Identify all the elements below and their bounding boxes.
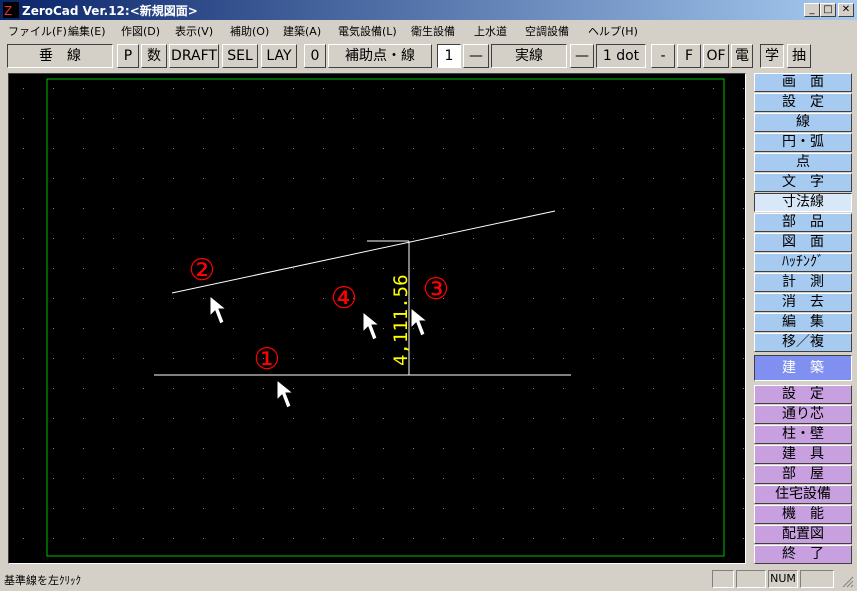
menu-view[interactable]: 表示(V)	[175, 23, 213, 39]
menu-electrical[interactable]: 電気設備(L)	[338, 23, 397, 39]
side-line-button[interactable]: 線	[754, 113, 852, 132]
side-erase-button[interactable]: 消 去	[754, 293, 852, 312]
p-button[interactable]: P	[117, 44, 139, 68]
menu-hvac[interactable]: 空調設備	[525, 23, 569, 39]
aux-line-button[interactable]: 補助点・線	[328, 44, 432, 68]
pen-number-field[interactable]: 1	[437, 44, 461, 68]
menu-architecture[interactable]: 建築(A)	[283, 23, 321, 39]
f-button[interactable]: F	[677, 44, 701, 68]
lay-button[interactable]: LAY	[261, 44, 297, 68]
arch-fittings-button[interactable]: 建 具	[754, 445, 852, 464]
svg-text:Z: Z	[4, 4, 12, 18]
toolbar: 垂 線 P 数 DRAFT SEL LAY 0 補助点・線 1 — 実線 — 1…	[0, 42, 857, 70]
dimension-text: 4,111.56	[390, 274, 412, 366]
menu-water[interactable]: 上水道	[474, 23, 507, 39]
extract-button[interactable]: 抽	[787, 44, 811, 68]
status-panel-1	[712, 570, 734, 588]
arch-gridline-button[interactable]: 通り芯	[754, 405, 852, 424]
line-width-button[interactable]: —	[570, 44, 594, 68]
grid-dots	[9, 74, 747, 565]
side-point-button[interactable]: 点	[754, 153, 852, 172]
arch-housing-equipment-button[interactable]: 住宅設備	[754, 485, 852, 504]
menu-file[interactable]: ファイル(F)	[8, 23, 67, 39]
study-button[interactable]: 学	[760, 44, 784, 68]
num-button[interactable]: 数	[141, 44, 167, 68]
side-edit-button[interactable]: 編 集	[754, 313, 852, 332]
of-button[interactable]: OF	[703, 44, 729, 68]
num-lock-indicator: NUM	[768, 570, 798, 588]
menu-bar: ファイル(F) 編集(E) 作図(D) 表示(V) 補助(O) 建築(A) 電気…	[0, 20, 857, 40]
resize-grip-icon[interactable]	[840, 574, 854, 588]
app-icon[interactable]: Z	[3, 2, 19, 18]
sel-button[interactable]: SEL	[222, 44, 258, 68]
side-measure-button[interactable]: 計 測	[754, 273, 852, 292]
side-settings-button[interactable]: 設 定	[754, 93, 852, 112]
line-type-display[interactable]: 実線	[491, 44, 567, 68]
arch-column-wall-button[interactable]: 柱・壁	[754, 425, 852, 444]
exit-button[interactable]: 終 了	[754, 545, 852, 564]
side-drawing-button[interactable]: 図 面	[754, 233, 852, 252]
marker-1: ①	[254, 342, 281, 377]
arch-room-button[interactable]: 部 屋	[754, 465, 852, 484]
layer-zero-button[interactable]: 0	[304, 44, 326, 68]
marker-4: ④	[331, 281, 358, 316]
canvas-svg: 4,111.56 ① ② ③ ④	[9, 74, 747, 565]
maximize-button[interactable]: □	[820, 3, 836, 17]
mode-display[interactable]: 垂 線	[7, 44, 113, 68]
status-bar: 基準線を左ｸﾘｯｸ NUM	[0, 568, 857, 591]
minimize-button[interactable]: _	[804, 3, 820, 17]
drawing-canvas[interactable]: 4,111.56 ① ② ③ ④	[8, 73, 747, 565]
side-screen-button[interactable]: 画 面	[754, 73, 852, 92]
menu-help[interactable]: ヘルプ(H)	[588, 23, 638, 39]
window-title: ZeroCad Ver.12:<新規図面>	[22, 4, 198, 18]
side-dimension-button[interactable]: 寸法線	[754, 193, 852, 212]
electric-button[interactable]: 電	[731, 44, 753, 68]
status-panel-4	[800, 570, 834, 588]
menu-sanitary[interactable]: 衛生設備	[411, 23, 455, 39]
arch-site-plan-button[interactable]: 配置図	[754, 525, 852, 544]
menu-aux[interactable]: 補助(O)	[230, 23, 269, 39]
status-message: 基準線を左ｸﾘｯｸ	[4, 574, 81, 587]
side-hatching-button[interactable]: ﾊｯﾁﾝｸﾞ	[754, 253, 852, 272]
line-color-button[interactable]: —	[463, 44, 489, 68]
menu-draw[interactable]: 作図(D)	[121, 23, 160, 39]
draft-button[interactable]: DRAFT	[169, 44, 219, 68]
title-bar: Z ZeroCad Ver.12:<新規図面> _ □ ✕	[0, 0, 857, 20]
side-circle-arc-button[interactable]: 円・弧	[754, 133, 852, 152]
marker-2: ②	[189, 253, 216, 288]
side-text-button[interactable]: 文 字	[754, 173, 852, 192]
arch-function-button[interactable]: 機 能	[754, 505, 852, 524]
status-panel-2	[736, 570, 766, 588]
minus-button[interactable]: -	[651, 44, 675, 68]
arch-settings-button[interactable]: 設 定	[754, 385, 852, 404]
menu-edit[interactable]: 編集(E)	[68, 23, 106, 39]
marker-3: ③	[423, 272, 450, 307]
close-button[interactable]: ✕	[838, 3, 854, 17]
line-width-display[interactable]: 1 dot	[596, 44, 646, 68]
side-parts-button[interactable]: 部 品	[754, 213, 852, 232]
side-move-copy-button[interactable]: 移／複	[754, 333, 852, 352]
architecture-header[interactable]: 建 築	[754, 355, 852, 381]
